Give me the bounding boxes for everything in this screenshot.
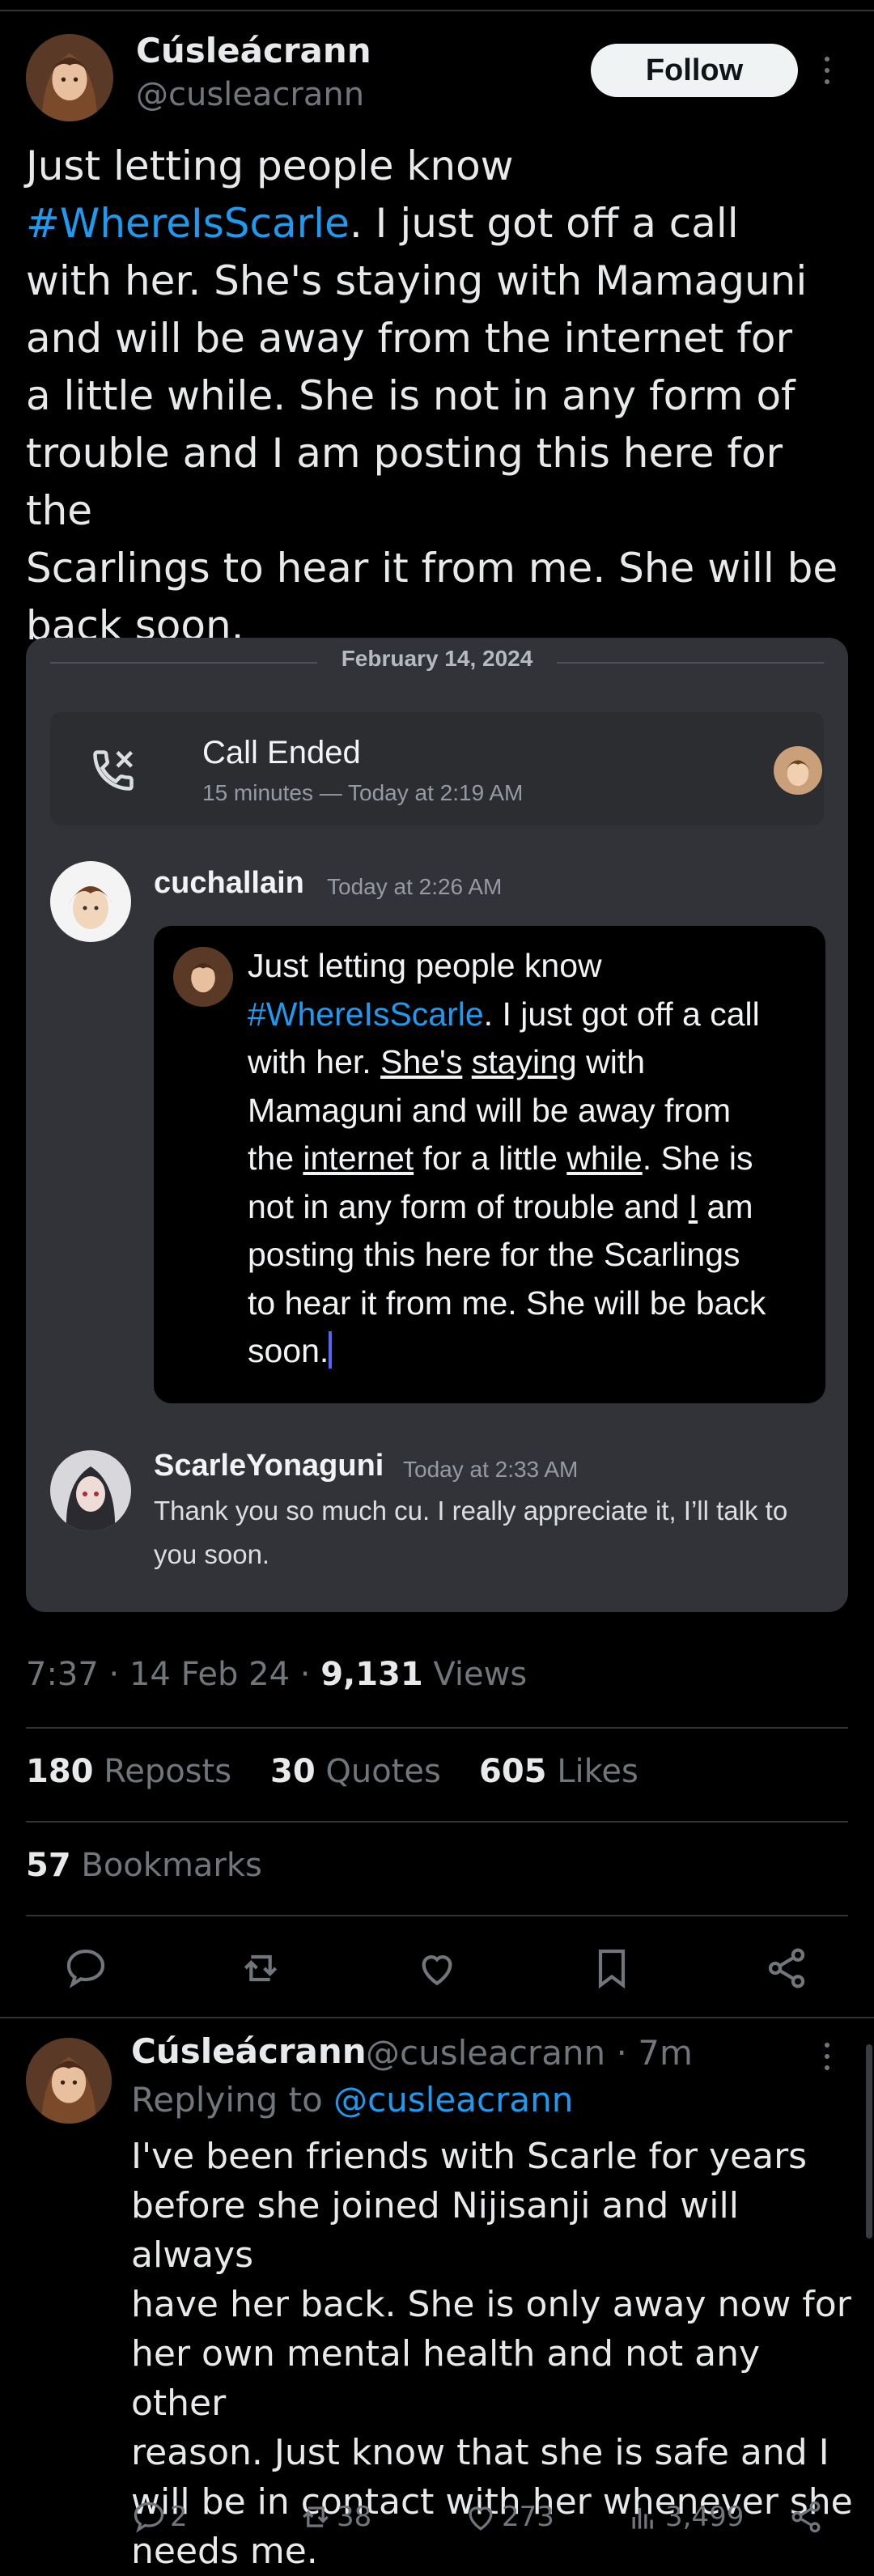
msg1-author: cuchallain bbox=[154, 866, 304, 900]
reply-views-count: 3,499 bbox=[665, 2501, 745, 2533]
msg2-author: ScarleYonaguni bbox=[154, 1449, 384, 1483]
reply-likes-count: 273 bbox=[502, 2501, 554, 2533]
reply-author-name[interactable]: Cúsleácrann bbox=[131, 2031, 367, 2071]
cuchallain-avatar bbox=[50, 861, 131, 942]
divider bbox=[26, 1821, 848, 1823]
reply-like-button[interactable]: 273 bbox=[463, 2499, 554, 2535]
divider bbox=[26, 1727, 848, 1729]
reposts-stat[interactable]: 180 Reposts bbox=[26, 1753, 231, 1790]
replying-to-handle[interactable]: @cusleacrann bbox=[333, 2080, 573, 2120]
divider bbox=[26, 1915, 848, 1916]
reply-reposts-count: 38 bbox=[337, 2501, 372, 2533]
reply-more-options-icon[interactable] bbox=[822, 2043, 832, 2075]
quotes-stat[interactable]: 30 Quotes bbox=[270, 1753, 441, 1790]
follow-button[interactable]: Follow bbox=[591, 44, 798, 97]
scrollbar[interactable] bbox=[866, 2044, 872, 2239]
call-ended-card: Call Ended 15 minutes — Today at 2:19 AM bbox=[50, 712, 824, 825]
top-divider bbox=[0, 10, 874, 11]
author-handle[interactable]: @cusleacrann bbox=[136, 76, 364, 113]
repost-icon bbox=[303, 2506, 329, 2527]
bookmarks-stat[interactable]: 57 Bookmarks bbox=[26, 1847, 262, 1884]
reply-icon bbox=[134, 2502, 164, 2533]
attached-image-discord[interactable]: February 14, 2024 Call Ended 15 minutes … bbox=[26, 638, 848, 1612]
reply-reply-button[interactable]: 2 bbox=[131, 2499, 188, 2535]
more-options-icon[interactable] bbox=[822, 57, 832, 89]
reply-replies-count: 2 bbox=[170, 2501, 188, 2533]
reply-author-handle[interactable]: @cusleacrann · 7m bbox=[366, 2033, 693, 2073]
scarle-avatar bbox=[50, 1450, 131, 1531]
phone-call-icon bbox=[89, 746, 138, 795]
like-icon[interactable] bbox=[414, 1946, 460, 1991]
post-text: Just letting people know #WhereIsScarle.… bbox=[26, 142, 838, 649]
hashtag-link[interactable]: #WhereIsScarle bbox=[26, 200, 350, 247]
discord-date: February 14, 2024 bbox=[341, 646, 533, 671]
reply-share-button[interactable] bbox=[788, 2499, 827, 2535]
call-title: Call Ended bbox=[202, 735, 361, 770]
quote-avatar bbox=[173, 947, 233, 1007]
bookmark-icon[interactable] bbox=[589, 1946, 634, 1991]
views-count: 9,131 bbox=[320, 1656, 423, 1693]
quoted-message-text: Just letting people know #WhereIsScarle.… bbox=[248, 947, 766, 1369]
reply-repost-button[interactable]: 38 bbox=[298, 2499, 371, 2535]
call-participant-avatar bbox=[774, 746, 822, 795]
post-meta: 7:37 · 14 Feb 24 · 9,131 Views bbox=[26, 1656, 528, 1693]
quoted-message-box: Just letting people know #WhereIsScarle.… bbox=[154, 926, 825, 1403]
author-avatar[interactable] bbox=[26, 34, 113, 121]
reply-icon[interactable] bbox=[63, 1946, 108, 1991]
text-caret bbox=[329, 1331, 333, 1369]
divider bbox=[0, 2017, 874, 2018]
share-icon[interactable] bbox=[764, 1946, 809, 1991]
like-icon bbox=[469, 2506, 493, 2531]
replying-to: Replying to @cusleacrann bbox=[131, 2080, 574, 2120]
share-icon bbox=[791, 2501, 821, 2533]
views-icon bbox=[632, 2508, 653, 2529]
likes-stat[interactable]: 605 Likes bbox=[479, 1753, 639, 1790]
msg2-text: Thank you so much cu. I really appreciat… bbox=[154, 1496, 788, 1569]
call-subtitle: 15 minutes — Today at 2:19 AM bbox=[202, 780, 524, 805]
reply-views-button[interactable]: 3,499 bbox=[626, 2499, 744, 2535]
post-date: 14 Feb 24 bbox=[129, 1656, 291, 1693]
repost-icon[interactable] bbox=[238, 1946, 283, 1991]
author-name[interactable]: Cúsleácrann bbox=[136, 31, 371, 70]
post-time: 7:37 bbox=[26, 1656, 99, 1693]
msg2-time: Today at 2:33 AM bbox=[403, 1457, 579, 1482]
msg1-time: Today at 2:26 AM bbox=[327, 874, 503, 899]
reply-author-avatar[interactable] bbox=[26, 2038, 112, 2124]
